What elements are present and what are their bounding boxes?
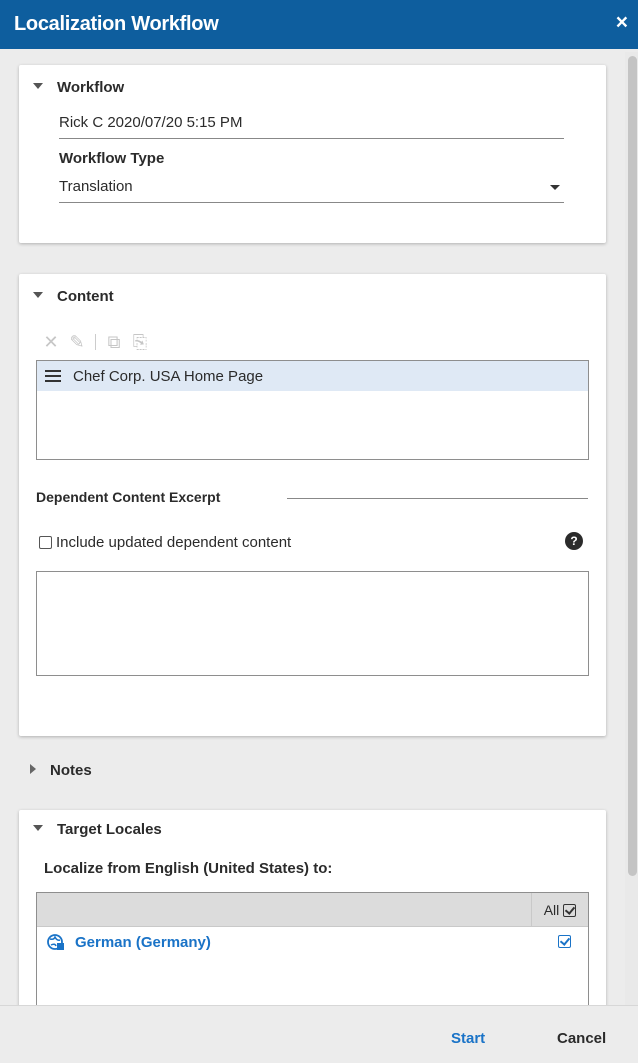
notes-heading: Notes <box>50 762 92 779</box>
start-button[interactable]: Start <box>451 1030 485 1047</box>
locale-row[interactable]: German (Germany) <box>37 927 588 957</box>
workflow-type-value: Translation <box>59 178 133 195</box>
workflow-name-field[interactable]: Rick C 2020/07/20 5:15 PM <box>59 114 564 139</box>
chevron-down-icon <box>550 185 560 190</box>
cancel-button[interactable]: Cancel <box>557 1030 606 1047</box>
workflow-panel: Workflow Rick C 2020/07/20 5:15 PM Workf… <box>19 65 606 243</box>
paste-icon[interactable]: ⎘ <box>130 332 150 353</box>
workflow-type-select[interactable]: Translation <box>59 178 564 203</box>
locale-grid-header: All <box>37 893 588 927</box>
checkbox-checked-icon[interactable] <box>563 903 577 917</box>
include-dependent-checkbox[interactable]: Include updated dependent content <box>39 534 291 551</box>
content-section-header[interactable]: Content <box>33 288 114 305</box>
all-label: All <box>543 902 560 918</box>
locale-link[interactable]: German (Germany) <box>75 934 211 951</box>
locale-checkbox[interactable] <box>558 935 571 948</box>
workflow-type-label: Workflow Type <box>59 150 165 167</box>
select-all-toggle[interactable]: All <box>531 893 588 927</box>
toolbar-separator <box>95 334 96 350</box>
include-dependent-label: Include updated dependent content <box>56 534 292 551</box>
caret-right-icon <box>30 764 36 775</box>
localize-from-label: Localize from English (United States) to… <box>44 860 333 877</box>
dependent-content-heading: Dependent Content Excerpt <box>36 489 221 505</box>
list-item[interactable]: Chef Corp. USA Home Page <box>37 361 588 391</box>
target-locales-section-header[interactable]: Target Locales <box>33 821 162 838</box>
target-locales-heading: Target Locales <box>57 821 162 838</box>
copy-icon[interactable]: ⧉ <box>104 332 124 353</box>
divider <box>287 498 588 499</box>
globe-icon <box>47 934 64 950</box>
workflow-name-value: Rick C 2020/07/20 5:15 PM <box>59 114 243 131</box>
notes-section-header[interactable]: Notes <box>30 762 92 779</box>
content-panel: Content ✕ ✎ ⧉ ⎘ Chef Corp. USA Home Page… <box>19 274 606 736</box>
content-type-icon <box>45 370 61 382</box>
dependent-content-list[interactable] <box>36 571 589 676</box>
caret-down-icon <box>33 292 43 299</box>
caret-down-icon <box>33 83 43 90</box>
help-icon[interactable]: ? <box>565 532 583 550</box>
content-list[interactable]: Chef Corp. USA Home Page <box>36 360 589 460</box>
caret-down-icon <box>33 825 43 832</box>
dialog-titlebar: Localization Workflow × <box>0 0 638 49</box>
close-icon[interactable]: × <box>616 11 628 35</box>
content-item-label: Chef Corp. USA Home Page <box>73 367 264 385</box>
remove-icon[interactable]: ✕ <box>41 332 61 353</box>
workflow-section-header[interactable]: Workflow <box>33 79 124 96</box>
dialog-title: Localization Workflow <box>14 13 219 35</box>
workflow-heading: Workflow <box>57 79 125 96</box>
dialog-footer: Start Cancel <box>0 1005 638 1063</box>
content-toolbar: ✕ ✎ ⧉ ⎘ <box>41 330 150 354</box>
content-heading: Content <box>57 288 114 305</box>
scrollbar-thumb[interactable] <box>628 56 637 876</box>
checkbox[interactable] <box>39 536 52 549</box>
edit-icon[interactable]: ✎ <box>67 332 87 353</box>
